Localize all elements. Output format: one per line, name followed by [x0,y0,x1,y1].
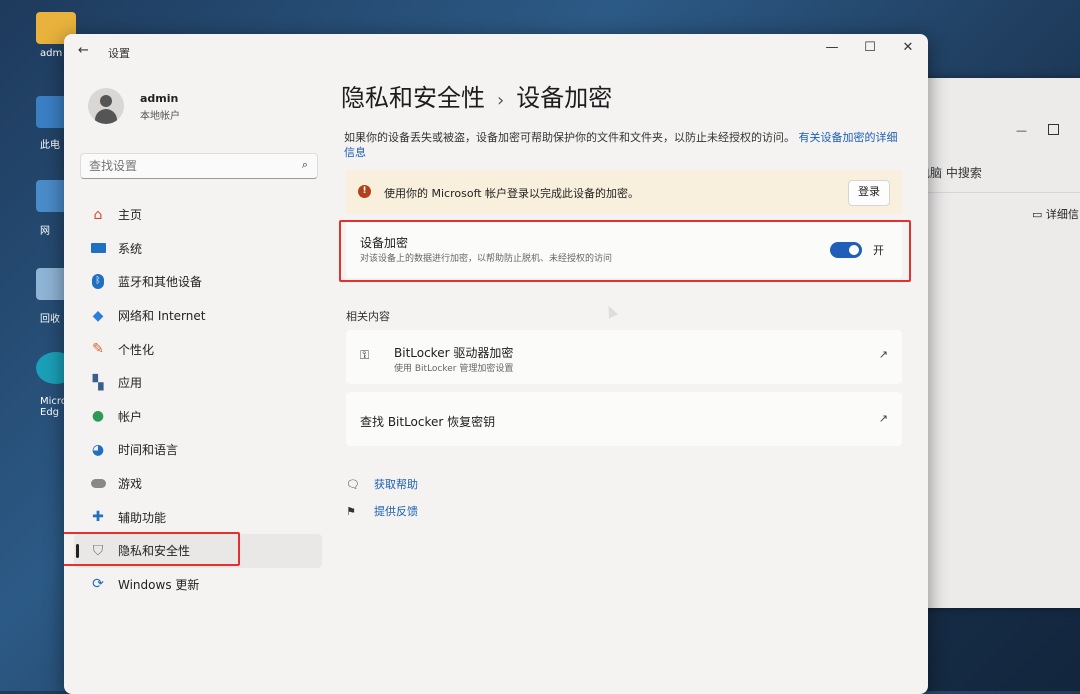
recovery-key-title: 查找 BitLocker 恢复密钥 [360,415,496,429]
sidebar-item-label: 网络和 Internet [118,309,206,324]
bitlocker-subtitle: 使用 BitLocker 管理加密设置 [394,364,514,374]
gamepad-icon [88,475,108,493]
sidebar-item-home[interactable]: ⌂ 主页 [74,198,322,232]
description-text: 如果你的设备丢失或被盗，设备加密可帮助保护你的文件和文件夹，以防止未经授权的访问… [344,131,795,144]
highlight-box-sidebar [64,532,240,566]
sidebar-item-label: 帐户 [118,409,143,424]
sidebar-item-label: 系统 [118,241,143,256]
external-link-icon: ↗ [878,348,888,361]
page-title: 设备加密 [516,84,613,112]
give-feedback-link[interactable]: ⚑ 提供反馈 [346,503,418,519]
related-heading: 相关内容 [346,310,390,323]
sign-in-button[interactable]: 登录 [848,180,890,206]
sidebar-item-label: 应用 [118,376,143,391]
avatar[interactable] [88,88,124,124]
sidebar-item-label: 时间和语言 [118,443,179,458]
user-name: admin [140,92,179,105]
avatar-body [95,109,117,124]
globe-clock-icon: ◕ [91,441,105,458]
desktop-label: 回收 [40,314,60,325]
details-icon: ▭ [1032,208,1046,221]
title-bar: ← 设置 — ☐ ✕ [64,34,928,68]
settings-window: ← 设置 — ☐ ✕ admin 本地帐户 ⌕ ⌂ 主页 系统 ᛒ 蓝牙和其他设… [64,34,928,694]
minimize-icon[interactable]: — [1016,124,1027,137]
sidebar-item-label: 辅助功能 [118,510,167,525]
sidebar-item-accounts[interactable]: ● 帐户 [74,400,322,434]
highlight-box-encryption [339,220,911,282]
sidebar-item-system[interactable]: 系统 [74,232,322,266]
search-box[interactable]: ⌕ [80,153,318,179]
sidebar-item-windows-update[interactable]: ⟳ Windows 更新 [74,568,322,602]
bluetooth-icon: ᛒ [88,273,108,291]
person-icon: ● [91,408,105,425]
find-recovery-key-row[interactable]: 查找 BitLocker 恢复密钥 ↗ [346,392,902,446]
help-icon: 🗨 [346,477,360,491]
avatar-head [100,95,112,107]
key-icon: ⚿ [360,348,370,362]
get-help-label: 获取帮助 [374,478,418,491]
sidebar-item-apps[interactable]: ▚ 应用 [74,366,322,400]
home-icon: ⌂ [93,206,103,223]
apps-icon: ▚ [92,374,104,391]
sidebar-item-label: 个性化 [118,342,155,357]
sidebar-item-label: 主页 [118,208,143,223]
sidebar-item-accessibility[interactable]: ✚ 辅助功能 [74,500,322,534]
get-help-link[interactable]: 🗨 获取帮助 [346,476,418,492]
chevron-right-icon: › [497,90,505,111]
search-icon[interactable]: ⌕ [302,158,308,172]
bitlocker-title: BitLocker 驱动器加密 [394,346,514,360]
breadcrumb-parent[interactable]: 隐私和安全性 [341,84,485,112]
monitor-icon [88,239,108,257]
desktop-label: 此电 [40,140,60,151]
desktop-label: 网 [40,226,50,237]
breadcrumb: 隐私和安全性 › 设备加密 [341,78,612,113]
accessibility-icon: ✚ [92,509,104,526]
warning-text: 使用你的 Microsoft 帐户登录以完成此设备的加密。 [384,187,640,200]
warning-banner: ! 使用你的 Microsoft 帐户登录以完成此设备的加密。 登录 [346,170,902,214]
details-label: 详细信 [1045,208,1079,221]
wifi-icon: ◆ [92,307,104,324]
bitlocker-drive-encryption-row[interactable]: ⚿ BitLocker 驱动器加密 使用 BitLocker 管理加密设置 ↗ [346,330,902,384]
page-description: 如果你的设备丢失或被盗，设备加密可帮助保护你的文件和文件夹，以防止未经授权的访问… [344,130,904,160]
sidebar-item-bluetooth[interactable]: ᛒ 蓝牙和其他设备 [74,265,322,299]
sidebar-item-time-language[interactable]: ◕ 时间和语言 [74,433,322,467]
warning-icon: ! [358,185,371,198]
back-arrow-icon[interactable]: ← [78,43,89,58]
maximize-icon[interactable] [1048,124,1059,135]
close-button[interactable]: ✕ [896,40,920,55]
external-link-icon: ↗ [878,412,888,425]
feedback-icon: ⚑ [346,504,356,518]
brush-icon: ✎ [92,341,104,358]
search-input[interactable] [81,154,291,178]
user-type: 本地帐户 [140,111,180,122]
window-title: 设置 [108,47,130,60]
maximize-button[interactable]: ☐ [858,40,882,55]
sidebar-item-label: 游戏 [118,477,143,492]
sidebar-item-network[interactable]: ◆ 网络和 Internet [74,299,322,333]
update-icon: ⟳ [92,576,104,593]
give-feedback-label: 提供反馈 [374,505,418,518]
sidebar-item-gaming[interactable]: 游戏 [74,467,322,501]
details-button[interactable]: ▭ 详细信 [1032,206,1079,222]
sidebar-item-label: Windows 更新 [118,577,200,592]
desktop-label: adm [40,48,63,59]
minimize-button[interactable]: — [820,40,844,55]
sidebar-item-personalization[interactable]: ✎ 个性化 [74,332,322,366]
sidebar-item-label: 蓝牙和其他设备 [118,275,203,290]
